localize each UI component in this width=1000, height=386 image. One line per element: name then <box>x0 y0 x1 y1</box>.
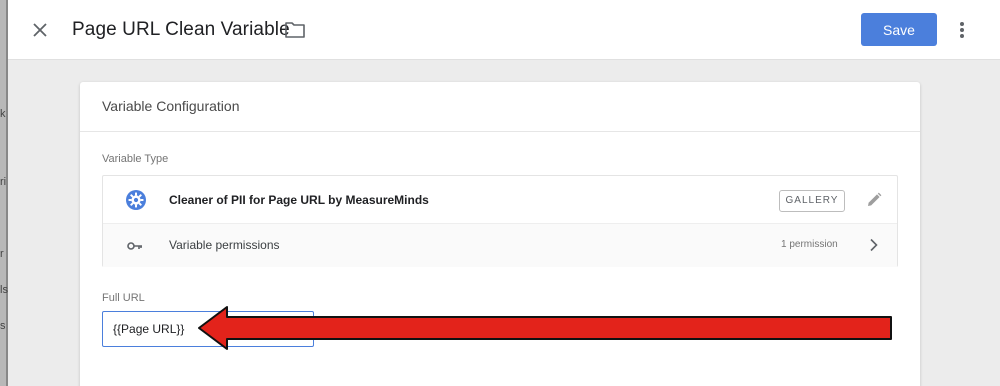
gear-icon <box>125 189 147 211</box>
backdrop-fragment: ls <box>0 284 8 296</box>
backdrop-fragment: ri <box>0 176 7 188</box>
close-icon[interactable] <box>28 18 52 42</box>
variable-type-label: Variable Type <box>102 153 169 165</box>
variable-permissions-label: Variable permissions <box>169 238 280 252</box>
permission-count: 1 permission <box>781 239 838 250</box>
pencil-icon[interactable] <box>865 191 883 209</box>
backdrop-fragment: k <box>0 108 6 120</box>
variable-permissions-row[interactable]: Variable permissions 1 permission <box>103 224 897 267</box>
key-icon <box>127 239 143 251</box>
save-button[interactable]: Save <box>861 13 937 46</box>
chevron-right-icon[interactable] <box>869 238 879 252</box>
page-title: Page URL Clean Variable <box>72 19 290 40</box>
more-vert-icon[interactable] <box>952 18 972 42</box>
full-url-label: Full URL <box>102 292 145 304</box>
card-title: Variable Configuration <box>80 82 920 132</box>
gallery-badge[interactable]: GALLERY <box>779 190 845 212</box>
background-page-sliver: k ri r ls s <box>0 0 8 386</box>
backdrop-fragment: r <box>0 248 4 260</box>
variable-template-name: Cleaner of PII for Page URL by MeasureMi… <box>169 193 429 207</box>
annotation-arrow <box>197 305 897 351</box>
variable-type-box: Cleaner of PII for Page URL by MeasureMi… <box>102 175 898 267</box>
backdrop-fragment: s <box>0 320 6 332</box>
variable-template-row[interactable]: Cleaner of PII for Page URL by MeasureMi… <box>103 176 897 224</box>
folder-icon[interactable] <box>284 20 306 40</box>
top-bar: Page URL Clean Variable Save <box>8 0 1000 60</box>
